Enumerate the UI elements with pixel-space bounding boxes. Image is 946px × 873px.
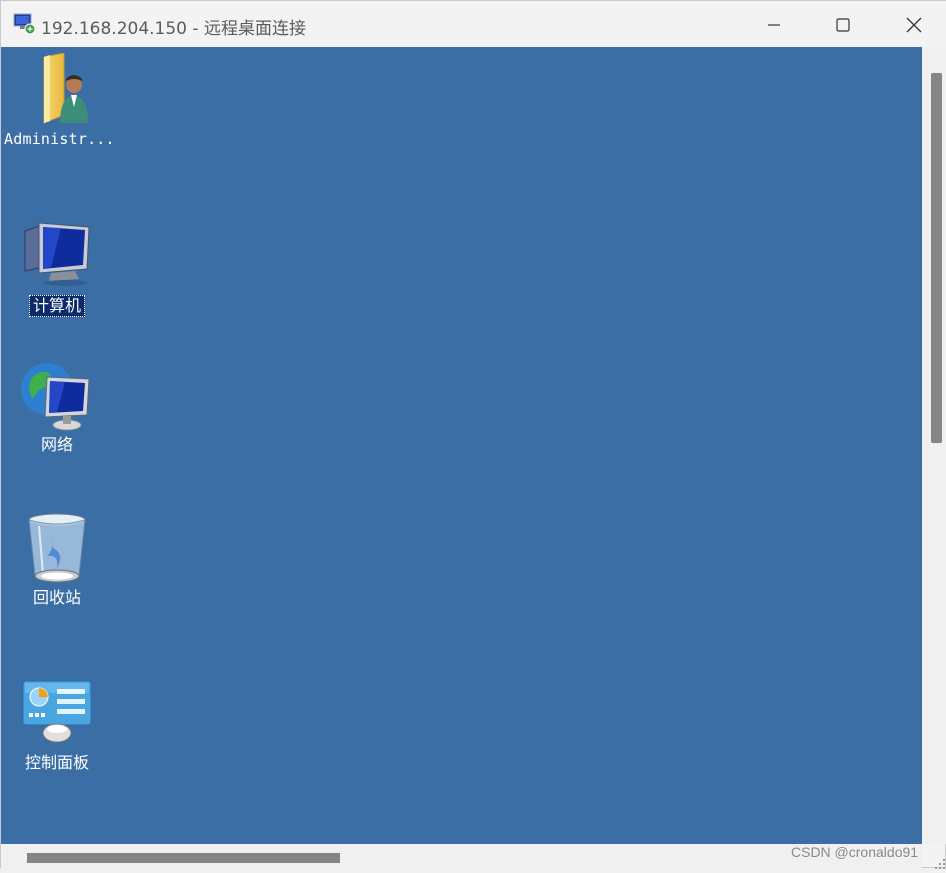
icon-label: 控制面板 <box>24 753 89 772</box>
desktop-icon-control-panel[interactable]: 控制面板 <box>2 677 112 773</box>
icon-label: 计算机 <box>28 295 85 317</box>
remote-desktop-icon <box>13 13 37 35</box>
desktop-icon-network[interactable]: 网络 <box>2 359 112 455</box>
user-folder-icon <box>20 52 92 125</box>
close-button[interactable] <box>891 9 937 41</box>
title-bar[interactable]: 192.168.204.150 - 远程桌面连接 <box>1 1 946 47</box>
computer-icon <box>21 219 93 291</box>
window-title: 192.168.204.150 - 远程桌面连接 <box>41 19 306 39</box>
desktop-icon-computer[interactable]: 计算机 <box>2 219 112 317</box>
minimize-button[interactable] <box>751 9 797 41</box>
vertical-scrollbar-thumb[interactable] <box>931 73 942 443</box>
horizontal-scrollbar-thumb[interactable] <box>27 853 340 863</box>
remote-desktop-area[interactable]: Administr... 计算机 网络 回收站 控制面板 <box>1 47 922 844</box>
icon-label: 回收站 <box>32 588 81 607</box>
icon-label: Administr... <box>4 130 115 148</box>
network-icon <box>21 359 93 431</box>
desktop-icon-recycle-bin[interactable]: 回收站 <box>2 512 112 608</box>
maximize-button[interactable] <box>820 9 866 41</box>
maximize-icon <box>836 18 850 32</box>
desktop-icon-administrator[interactable]: Administr... <box>1 52 115 149</box>
close-icon <box>906 17 922 33</box>
watermark-text: CSDN @cronaldo91 <box>791 844 919 860</box>
control-panel-icon <box>21 677 93 749</box>
recycle-bin-icon <box>21 512 93 584</box>
minimize-icon <box>768 24 780 26</box>
icon-label: 网络 <box>40 435 73 454</box>
remote-desktop-window: 192.168.204.150 - 远程桌面连接 Administr... 计算… <box>0 0 946 869</box>
resize-grip-icon[interactable] <box>935 854 946 869</box>
